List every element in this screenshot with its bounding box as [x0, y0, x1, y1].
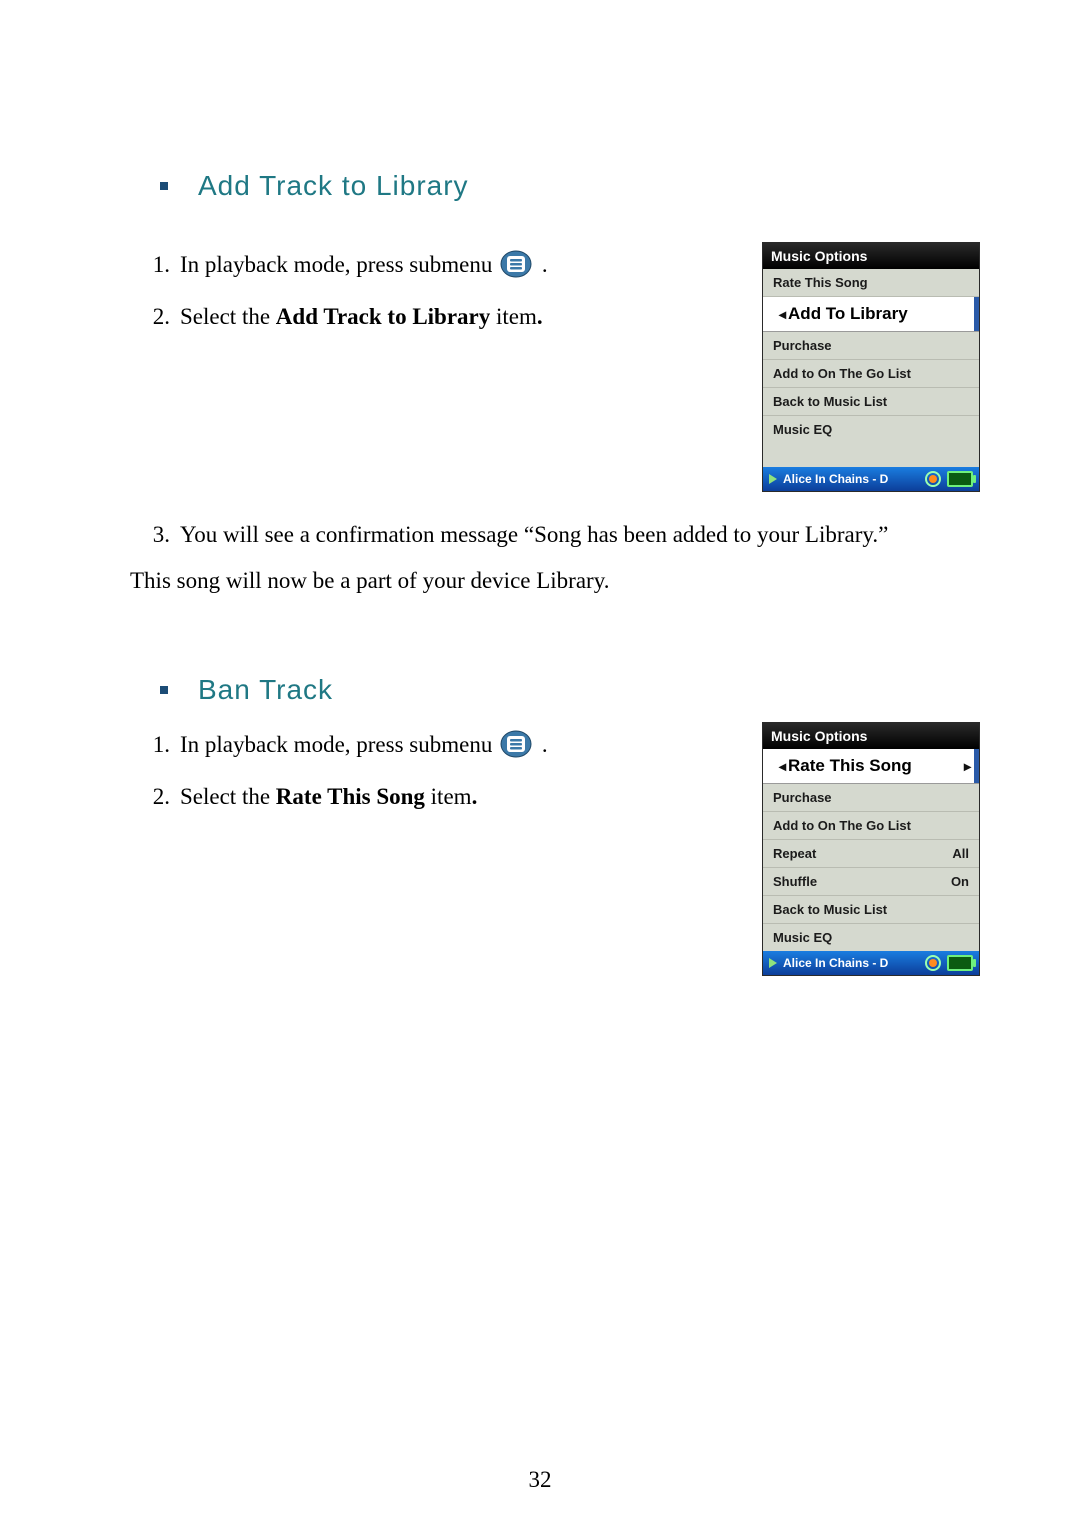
page-number: 32 — [0, 1467, 1080, 1493]
menu-item-shuffle[interactable]: Shuffle On — [763, 868, 979, 896]
menu-item-purchase[interactable]: Purchase — [763, 332, 979, 360]
menu-item-label: Add to On The Go List — [773, 818, 911, 833]
menu-item-add-to-library[interactable]: ◂ Add To Library — [763, 297, 979, 332]
play-icon — [769, 958, 777, 968]
menu-item-on-the-go[interactable]: Add to On The Go List — [763, 360, 979, 388]
section-heading-add-track: Add Track to Library — [160, 170, 980, 202]
steps-list-cont: You will see a confirmation message “Son… — [130, 512, 980, 558]
bullet-icon — [160, 686, 168, 694]
now-playing-bar: Alice In Chains - D — [763, 951, 979, 975]
menu-item-label: Shuffle — [773, 874, 817, 889]
submenu-icon — [500, 248, 532, 294]
step-text: Select the — [180, 784, 276, 809]
menu-item-on-the-go[interactable]: Add to On The Go List — [763, 812, 979, 840]
menu-item-label: Music EQ — [773, 930, 832, 945]
menu-item-label: Add To Library — [786, 304, 971, 324]
menu-item-eq[interactable]: Music EQ — [763, 924, 979, 951]
menu-item-value: On — [951, 874, 969, 889]
record-icon — [925, 955, 941, 971]
section-heading-ban-track: Ban Track — [160, 674, 980, 706]
steps-list: In playback mode, press submenu . Select… — [130, 242, 732, 340]
device-screenshot-2: Music Options ◂ Rate This Song ▸ Purchas… — [762, 722, 980, 976]
manual-page: Add Track to Library In playback mode, p… — [0, 0, 1080, 1533]
chevron-right-icon: ▸ — [964, 758, 971, 775]
device-header: Music Options — [763, 723, 979, 749]
device-screenshot-1: Music Options Rate This Song ◂ Add To Li… — [762, 242, 980, 492]
menu-item-label: Rate This Song — [773, 275, 868, 290]
record-icon — [925, 471, 941, 487]
selection-marker — [974, 749, 979, 783]
step-text-tail: item — [425, 784, 472, 809]
menu-item-back[interactable]: Back to Music List — [763, 388, 979, 416]
step-2: Select the Rate This Song item. — [130, 774, 732, 820]
step-1: In playback mode, press submenu . — [130, 722, 732, 774]
menu-item-rate[interactable]: Rate This Song — [763, 269, 979, 297]
section-title: Add Track to Library — [198, 170, 469, 202]
chevron-left-icon: ◂ — [779, 758, 786, 775]
followup-text: This song will now be a part of your dev… — [130, 558, 980, 604]
selection-marker — [974, 297, 979, 331]
steps-list-2: In playback mode, press submenu . Select… — [130, 722, 732, 820]
chevron-left-icon: ◂ — [779, 306, 786, 323]
step-text: In playback mode, press submenu — [180, 732, 498, 757]
step-period: . — [537, 304, 543, 329]
step-period: . — [472, 784, 478, 809]
now-playing-text: Alice In Chains - D — [783, 956, 919, 970]
section2-body: In playback mode, press submenu . Select… — [100, 722, 980, 976]
now-playing-text: Alice In Chains - D — [783, 472, 919, 486]
menu-item-label: Back to Music List — [773, 394, 887, 409]
step-1: In playback mode, press submenu . — [130, 242, 732, 294]
step-text: Select the — [180, 304, 276, 329]
step-bold: Add Track to Library — [276, 304, 490, 329]
step-text-tail: . — [536, 732, 548, 757]
step-text-tail: . — [536, 252, 548, 277]
menu-item-label: Music EQ — [773, 422, 832, 437]
battery-icon — [947, 955, 973, 971]
step-text: In playback mode, press submenu — [180, 252, 498, 277]
submenu-icon — [500, 728, 532, 774]
menu-item-eq[interactable]: Music EQ — [763, 416, 979, 443]
device-spacer — [763, 443, 979, 467]
now-playing-bar: Alice In Chains - D — [763, 467, 979, 491]
menu-item-label: Purchase — [773, 790, 832, 805]
menu-item-label: Repeat — [773, 846, 816, 861]
play-icon — [769, 474, 777, 484]
menu-item-label: Add to On The Go List — [773, 366, 911, 381]
menu-item-repeat[interactable]: Repeat All — [763, 840, 979, 868]
step-bold: Rate This Song — [276, 784, 425, 809]
step-2: Select the Add Track to Library item. — [130, 294, 732, 340]
section1-body: In playback mode, press submenu . Select… — [100, 242, 980, 492]
step-3: You will see a confirmation message “Son… — [130, 512, 980, 558]
section-title: Ban Track — [198, 674, 333, 706]
menu-item-label: Purchase — [773, 338, 832, 353]
menu-item-value: All — [952, 846, 969, 861]
step-text-tail: item — [490, 304, 537, 329]
menu-item-back[interactable]: Back to Music List — [763, 896, 979, 924]
device-header: Music Options — [763, 243, 979, 269]
menu-item-purchase[interactable]: Purchase — [763, 784, 979, 812]
step-text: You will see a confirmation message “Son… — [180, 522, 888, 547]
battery-icon — [947, 471, 973, 487]
menu-item-label: Back to Music List — [773, 902, 887, 917]
bullet-icon — [160, 182, 168, 190]
menu-item-rate[interactable]: ◂ Rate This Song ▸ — [763, 749, 979, 784]
menu-item-label: Rate This Song — [786, 756, 964, 776]
